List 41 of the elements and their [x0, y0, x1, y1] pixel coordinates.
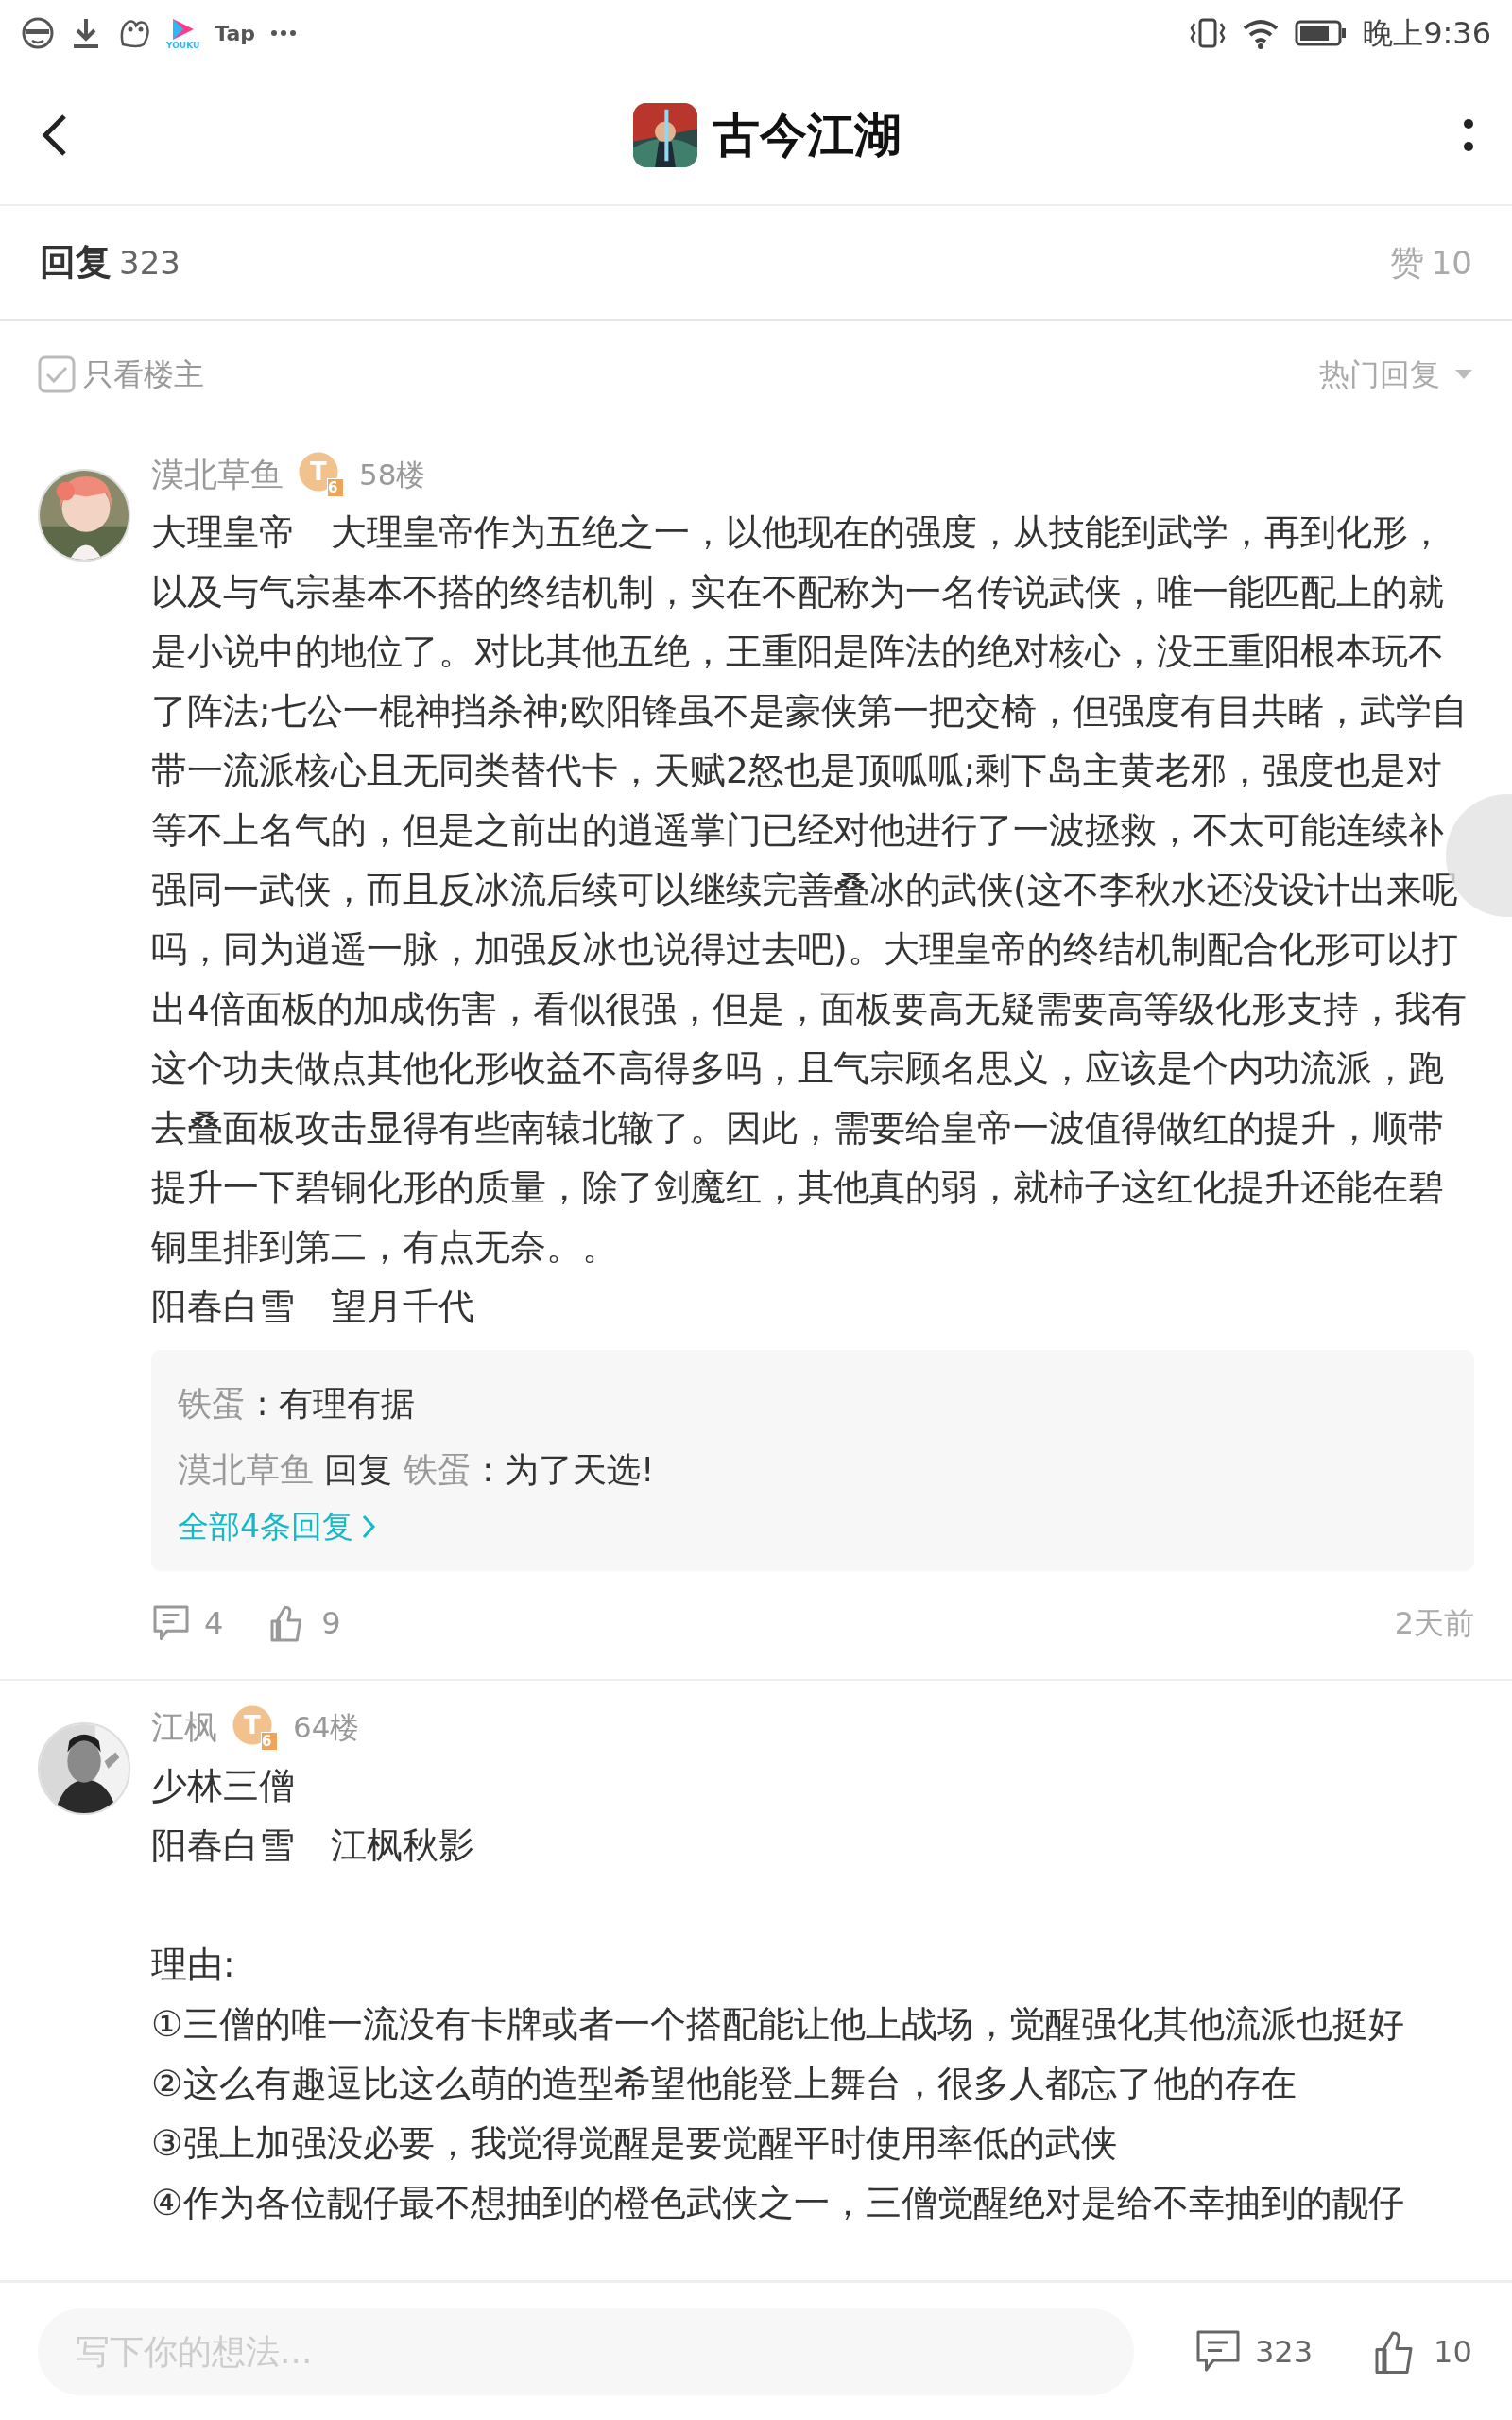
- checkbox[interactable]: [38, 355, 76, 393]
- comment-text: ③强上加强没必要，我觉得觉醒是要觉醒平时使用率低的武侠: [151, 2120, 1118, 2166]
- floor-number: 58楼: [359, 456, 426, 493]
- clock-time: 晚上9:36: [1363, 14, 1491, 53]
- sort-dropdown[interactable]: 热门回复: [1319, 352, 1474, 397]
- comment-text: 大理皇帝 大理皇帝作为五绝之一，以他现在的强度，从技能到武学，再到化形，以及与气宗基本不搭的终结机制，实在不配称为一名传说武侠，唯一能匹配上的就是小说中的地位了。对比其他五绝，王重阳是阵法的绝对核心，没王重阳根本玩不了阵法;七公一棍神挡杀神;欧阳锋虽不是豪侠第一把交椅，但强度有目共睹，武学自带一流派核心且无同类替代卡，天赋2怒也是顶呱呱;剩下岛主黄老邪，强度也是对等不上名气的，但是之前出的逍遥掌门已经对他进行了一波拯救，不太可能连续补强同一武侠，而且反冰流后续可以继续完善叠冰的武侠(这不李秋水还没设计出来呢吗，同为逍遥一脉，加强反冰也说得过去吧)。大理皇帝的终结机制配合化形可以打出4倍面板的加成伤害，看似很强，但是，面板要高无疑需要高等级化形支持，我有这个功夫做点其他化形收益不高得多吗，且气宗顾名思义，应该是个内功流派，跑去叠面板攻击显得有些南辕北辙了。因此，需要给皇帝一波值得做红的提升，顺带提升一下碧铜化形的质量，除了剑魔红，其他真的弱，就柿子这红化提升还能在碧铜里排到第二，有点无奈。。: [151, 510, 1469, 1270]
- sunglasses-face-icon: [21, 16, 55, 50]
- comment-text: 理由:: [151, 1942, 236, 1987]
- wifi-icon: [1242, 17, 1280, 49]
- timestamp: 2天前: [1394, 1603, 1474, 1643]
- chevron-right-icon: [361, 1512, 376, 1540]
- like-button[interactable]: 10: [1373, 2327, 1472, 2376]
- like-button[interactable]: 9: [268, 1599, 341, 1646]
- comment-text: 阳春白雪 望月千代: [151, 1285, 475, 1329]
- reply-count: 323: [119, 243, 180, 284]
- comment-text: ④作为各位靓仔最不想抽到的橙色武侠之一，三僧觉醒绝对是给不幸抽到的靓仔: [151, 2180, 1405, 2225]
- checkbox-label: 只看楼主: [83, 355, 204, 394]
- battery-icon: [1295, 19, 1349, 47]
- app-label: Tap: [215, 20, 256, 47]
- logo-text: YOUKU: [166, 41, 200, 50]
- section-title: 回复: [40, 240, 112, 285]
- username[interactable]: 漠北草鱼: [151, 449, 284, 500]
- view-all-replies-link[interactable]: 全部4条回复: [178, 1503, 376, 1550]
- floor-number: 64楼: [293, 1709, 360, 1747]
- vibrate-icon: [1189, 16, 1228, 50]
- more-button[interactable]: [1463, 116, 1474, 154]
- comment-text: 阳春白雪 江枫秋影: [151, 1823, 475, 1868]
- comment-text: 少林三僧: [151, 1763, 296, 1808]
- username[interactable]: 江枫: [151, 1703, 217, 1753]
- more-icon: [1463, 116, 1474, 154]
- like-count: 10: [1431, 242, 1472, 284]
- comment-text: ②这么有趣逗比这么萌的造型希望他能登上舞台，很多人都忘了他的存在: [151, 2061, 1297, 2106]
- reply-line: 漠北草鱼 回复 铁蛋 : 为了天选!: [178, 1449, 656, 1491]
- comment-text: ①三僧的唯一流没有卡牌或者一个搭配能让他上战场，觉醒强化其他流派也挺好: [151, 2001, 1405, 2047]
- comment-button[interactable]: 4: [151, 1599, 224, 1646]
- comment-button[interactable]: 323: [1194, 2327, 1314, 2376]
- likes-label: 赞: [1389, 241, 1424, 284]
- page-title: 古今江湖: [713, 106, 902, 164]
- more-icon: [270, 29, 298, 37]
- reply-line: 铁蛋 : 有理有据: [178, 1383, 417, 1425]
- caret-icon: [1453, 368, 1474, 381]
